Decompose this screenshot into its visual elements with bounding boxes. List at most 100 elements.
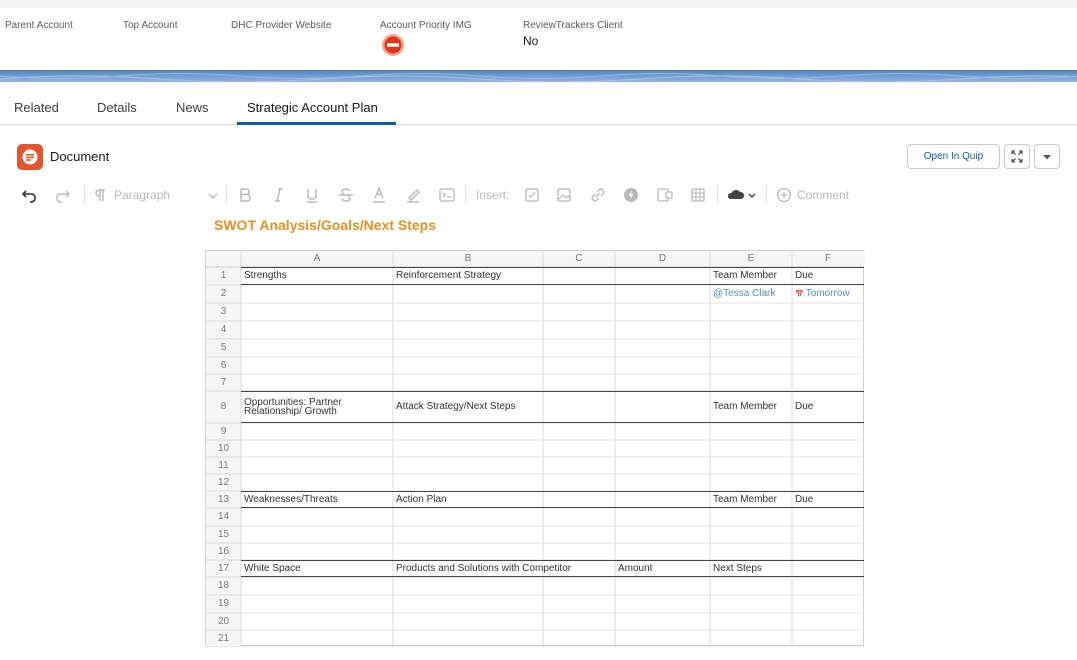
document-icon [17, 144, 43, 170]
text-color-icon[interactable] [371, 186, 387, 204]
row-number[interactable]: 20 [206, 613, 241, 630]
row-number[interactable]: 12 [206, 474, 241, 491]
document-menu-button[interactable] [1034, 144, 1060, 169]
field-reviewtrackers-client: ReviewTrackers Client No [523, 20, 623, 48]
italic-icon[interactable] [272, 186, 286, 204]
toolbar-divider [84, 186, 85, 204]
row-number[interactable]: 18 [206, 577, 241, 595]
image-icon[interactable] [556, 186, 572, 204]
expand-button[interactable] [1004, 144, 1030, 169]
table-cell[interactable]: Team Member [710, 267, 792, 285]
row-number[interactable]: 2 [206, 285, 241, 303]
insert-label: Insert: [476, 188, 510, 202]
table-cell[interactable]: Reinforcement Strategy [393, 267, 710, 285]
table-cell[interactable]: Attack Strategy/Next Steps [393, 391, 710, 423]
tab-strategic-account-plan[interactable]: Strategic Account Plan [247, 100, 378, 115]
strikethrough-icon[interactable] [338, 186, 354, 204]
row-number[interactable]: 19 [206, 595, 241, 613]
document-title: Document [50, 149, 110, 164]
highlight-icon[interactable] [405, 186, 421, 204]
row-number[interactable]: 10 [206, 440, 241, 457]
calendar-icon: 📅 [795, 291, 804, 298]
field-label: DHC Provider Website [231, 20, 332, 31]
table-cell[interactable]: @Tessa Clark [710, 285, 792, 303]
row-number[interactable]: 13 [206, 491, 241, 508]
column-header-b[interactable]: B [393, 251, 543, 267]
paragraph-icon [95, 189, 105, 201]
row-number[interactable]: 4 [206, 321, 241, 339]
table-cell[interactable]: Due [792, 267, 864, 285]
table-cell[interactable]: Opportunities: Partner Relationship/ Gro… [241, 391, 393, 423]
editor-toolbar: Paragraph Insert: Comment [0, 182, 900, 208]
header-banner [0, 70, 1077, 82]
row-number[interactable]: 3 [206, 303, 241, 321]
table-cell[interactable]: Team Member [710, 391, 792, 423]
tab-related[interactable]: Related [14, 100, 59, 115]
table-cell[interactable]: White Space [241, 560, 393, 577]
undo-icon[interactable] [20, 186, 38, 204]
table-cell[interactable]: Action Plan [393, 491, 710, 508]
field-top-account: Top Account [123, 20, 177, 34]
toolbar-divider [226, 186, 227, 204]
checklist-icon[interactable] [524, 186, 540, 204]
lightning-icon[interactable] [623, 186, 639, 204]
chevron-down-icon [1043, 155, 1051, 160]
embed-icon[interactable] [656, 186, 674, 204]
bold-icon[interactable] [238, 186, 252, 204]
row-number[interactable]: 9 [206, 423, 241, 440]
field-value: No [523, 34, 539, 48]
row-number[interactable]: 14 [206, 508, 241, 526]
toolbar-divider [766, 186, 767, 204]
spreadsheet-gridlines [206, 251, 865, 647]
tab-news[interactable]: News [176, 100, 209, 115]
row-number[interactable]: 17 [206, 560, 241, 577]
open-in-quip-button[interactable]: Open In Quip [907, 144, 1000, 169]
tab-details[interactable]: Details [97, 100, 137, 115]
link-icon[interactable] [590, 186, 606, 204]
table-cell[interactable]: Due [792, 391, 864, 423]
field-label: Parent Account [5, 20, 73, 31]
column-header-a[interactable]: A [241, 251, 393, 267]
add-comment-icon[interactable] [776, 186, 792, 204]
code-block-icon[interactable] [438, 186, 456, 204]
chevron-down-icon[interactable] [206, 186, 220, 204]
no-entry-icon [382, 34, 404, 56]
row-number[interactable]: 8 [206, 391, 241, 423]
row-number[interactable]: 16 [206, 543, 241, 560]
table-cell[interactable]: Weaknesses/Threats [241, 491, 393, 508]
paragraph-style-select[interactable]: Paragraph [114, 188, 170, 202]
row-number[interactable]: 5 [206, 339, 241, 357]
row-number[interactable]: 1 [206, 267, 241, 285]
toolbar-divider [717, 186, 718, 204]
record-tabs: Related Details News Strategic Account P… [0, 92, 1077, 125]
row-number[interactable]: 15 [206, 526, 241, 543]
underline-icon[interactable] [305, 186, 319, 204]
expand-icon [1011, 150, 1023, 163]
row-number[interactable]: 21 [206, 630, 241, 647]
column-header-e[interactable]: E [710, 251, 792, 267]
row-number[interactable]: 11 [206, 457, 241, 474]
table-cell[interactable]: Strengths [241, 267, 393, 285]
active-tab-indicator [237, 122, 396, 125]
record-highlights: Parent Account Top Account DHC Provider … [0, 8, 1077, 70]
table-cell[interactable]: Products and Solutions with Competitor [393, 560, 615, 577]
field-parent-account: Parent Account [5, 20, 73, 34]
table-icon[interactable] [690, 186, 706, 204]
row-number[interactable]: 6 [206, 357, 241, 374]
column-header-d[interactable]: D [615, 251, 710, 267]
table-cell[interactable]: Amount [615, 560, 710, 577]
swot-spreadsheet[interactable]: A B C D E F 1 2 3 4 5 6 7 8 9 10 11 12 13 14 15 16 17 18 19 20 21 S… [205, 250, 865, 647]
due-date-text: Tomorrow [805, 288, 850, 299]
column-header-f[interactable]: F [792, 251, 864, 267]
table-cell[interactable]: 📅 Tomorrow [792, 285, 864, 303]
comment-button[interactable]: Comment [797, 188, 849, 202]
field-label: ReviewTrackers Client [523, 20, 623, 31]
document-header: Document Open In Quip [0, 140, 1077, 176]
column-header-c[interactable]: C [543, 251, 615, 267]
redo-icon[interactable] [54, 186, 72, 204]
table-cell[interactable]: Next Steps [710, 560, 792, 577]
row-number[interactable]: 7 [206, 374, 241, 391]
salesforce-cloud-icon[interactable] [727, 186, 759, 204]
table-cell[interactable]: Team Member [710, 491, 792, 508]
table-cell[interactable]: Due [792, 491, 864, 508]
